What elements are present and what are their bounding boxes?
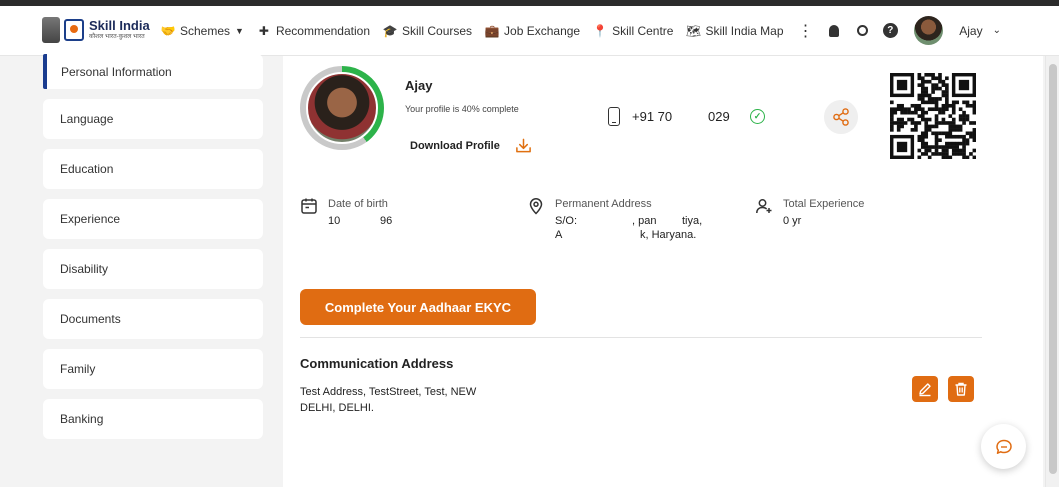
- graduation-cap-icon: 🎓: [382, 23, 398, 38]
- profile-qr-code: [890, 73, 976, 159]
- add-user-icon: [756, 199, 772, 214]
- skill-india-mark-icon: [64, 19, 84, 41]
- chevron-down-icon: ▼: [235, 26, 244, 36]
- complete-aadhaar-ekyc-button[interactable]: Complete Your Aadhaar EKYC: [300, 289, 536, 325]
- logo-subtitle: कौशल भारत-कुशल भारत: [89, 34, 145, 40]
- nav-skill-centre[interactable]: 📍 Skill Centre: [592, 23, 674, 38]
- section-divider: [300, 337, 982, 338]
- permanent-address-line2-b: k, Haryana.: [640, 229, 697, 241]
- mobile-phone-icon: [608, 107, 620, 126]
- permanent-address-line1-a: S/O:: [555, 215, 578, 227]
- permanent-address-line2-a: A: [555, 229, 563, 241]
- profile-name: Ajay: [405, 78, 433, 93]
- phone-number-suffix: 029: [708, 109, 730, 124]
- edit-address-button[interactable]: [912, 376, 938, 402]
- trash-icon: [955, 382, 967, 396]
- plus-chat-icon: ✚: [258, 23, 269, 38]
- sidebar-item-disability[interactable]: Disability: [43, 249, 263, 289]
- profile-completion-ring: [300, 66, 384, 150]
- download-icon[interactable]: [515, 137, 532, 155]
- sidebar-item-language[interactable]: Language: [43, 99, 263, 139]
- calendar-icon: [301, 198, 317, 214]
- verified-check-icon: ✓: [750, 109, 765, 124]
- nav-skill-india-map[interactable]: 🗺 Skill India Map: [685, 23, 784, 38]
- header-actions: ? Ajay ⌄: [826, 16, 1059, 45]
- briefcase-icon: 💼: [484, 23, 500, 38]
- logo-title: Skill India: [89, 18, 150, 33]
- dob-label: Date of birth: [328, 198, 388, 210]
- sidebar-item-family[interactable]: Family: [43, 349, 263, 389]
- india-map-icon: 🗺: [685, 23, 702, 38]
- more-menu-icon[interactable]: ⋮: [798, 21, 814, 41]
- help-icon[interactable]: ?: [882, 23, 898, 39]
- communication-address-title: Communication Address: [300, 356, 454, 371]
- chevron-down-icon[interactable]: ⌄: [993, 25, 1001, 36]
- skill-india-logo[interactable]: Skill India कौशल भारत-कुशल भारत: [42, 17, 150, 43]
- download-profile-link[interactable]: Download Profile: [410, 140, 500, 152]
- avatar[interactable]: [914, 16, 944, 45]
- permanent-address-line1-b: , pan: [632, 215, 657, 227]
- share-icon[interactable]: [824, 100, 858, 134]
- nav-skill-courses[interactable]: 🎓 Skill Courses: [382, 23, 473, 38]
- sidebar-item-experience[interactable]: Experience: [43, 199, 263, 239]
- sidebar-item-banking[interactable]: Banking: [43, 399, 263, 439]
- handshake-icon: 🤝: [160, 23, 176, 38]
- notification-bell-icon[interactable]: [826, 23, 842, 39]
- dob-value-a: 10: [328, 215, 341, 227]
- main-nav: 🤝 Schemes ▼ ✚ Recommendation 🎓 Skill Cou…: [160, 21, 814, 41]
- search-icon[interactable]: [854, 23, 870, 39]
- permanent-address-line1-c: tiya,: [682, 215, 703, 227]
- chat-bubble-icon: [995, 439, 1012, 454]
- profile-photo[interactable]: [306, 72, 378, 144]
- national-emblem-icon: [42, 17, 60, 43]
- pencil-icon: [919, 383, 931, 397]
- dob-value-b: 96: [380, 215, 393, 227]
- permanent-address-label: Permanent Address: [555, 198, 652, 210]
- location-pin-icon: 📍: [592, 23, 608, 38]
- site-header: Skill India कौशल भारत-कुशल भारत 🤝 Scheme…: [0, 6, 1059, 56]
- profile-completion-text: Your profile is 40% complete: [405, 104, 519, 114]
- sidebar-item-education[interactable]: Education: [43, 149, 263, 189]
- scrollbar-thumb[interactable]: [1049, 64, 1057, 474]
- sidebar-item-personal-information[interactable]: Personal Information: [43, 54, 263, 89]
- communication-address-text: Test Address, TestStreet, Test, NEW DELH…: [300, 386, 477, 414]
- user-name[interactable]: Ajay: [959, 24, 982, 38]
- location-pin-icon: [529, 198, 543, 215]
- total-experience-label: Total Experience: [783, 198, 865, 210]
- profile-main-panel: Ajay Your profile is 40% complete Downlo…: [283, 56, 1043, 487]
- page-scrollbar[interactable]: [1045, 56, 1059, 487]
- nav-schemes[interactable]: 🤝 Schemes ▼: [160, 24, 244, 38]
- total-experience-value: 0 yr: [783, 215, 802, 227]
- sidebar-item-documents[interactable]: Documents: [43, 299, 263, 339]
- nav-recommendation[interactable]: ✚ Recommendation: [256, 24, 370, 38]
- chat-support-button[interactable]: [981, 424, 1026, 469]
- phone-number-prefix: +91 70: [632, 109, 673, 124]
- delete-address-button[interactable]: [948, 376, 974, 402]
- profile-sidebar: Personal Information Language Education …: [43, 54, 263, 449]
- nav-job-exchange[interactable]: 💼 Job Exchange: [484, 23, 581, 38]
